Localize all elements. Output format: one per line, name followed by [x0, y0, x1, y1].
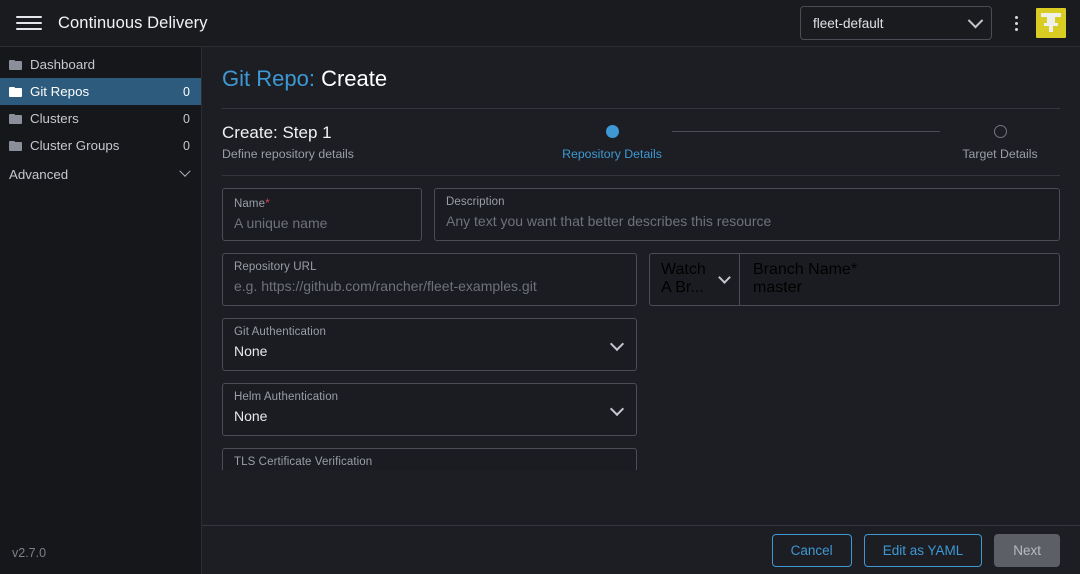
sidebar-item-clusters[interactable]: Clusters 0 — [0, 105, 201, 132]
branch-name-label: Branch Name* — [753, 261, 1048, 279]
sidebar-item-git-repos[interactable]: Git Repos 0 — [0, 78, 201, 105]
sidebar-item-label: Dashboard — [30, 57, 96, 72]
step-dot-hollow-icon — [993, 125, 1007, 138]
sidebar-item-label: Clusters — [30, 111, 79, 126]
kebab-menu-icon[interactable] — [1002, 8, 1030, 38]
sidebar-item-label: Git Repos — [30, 84, 90, 99]
chevron-down-icon — [179, 165, 191, 177]
step-track: Repository Details Target Details — [552, 123, 1060, 161]
git-authentication-select[interactable]: Git Authentication None — [222, 318, 637, 371]
top-header: Continuous Delivery fleet-default — [0, 0, 1080, 47]
watch-select-value: A Br... — [661, 279, 704, 296]
repository-url-field[interactable]: Repository URL e.g. https://github.com/r… — [222, 253, 637, 306]
form-scroll-area: Git Repo: Create Create: Step 1 Define r… — [202, 47, 1080, 525]
sidebar: Dashboard Git Repos 0 Clusters 0 Cluster… — [0, 47, 202, 574]
branch-name-input[interactable]: master — [753, 279, 1048, 297]
chevron-down-icon — [967, 12, 984, 28]
name-label-text: Name — [234, 198, 266, 210]
step-label: Repository Details — [562, 147, 662, 161]
namespace-select-value: fleet-default — [813, 15, 884, 31]
sidebar-item-count: 0 — [183, 111, 190, 126]
body-split: Dashboard Git Repos 0 Clusters 0 Cluster… — [0, 47, 1080, 574]
folder-icon — [9, 113, 22, 124]
folder-icon — [9, 86, 22, 97]
branch-name-field[interactable]: Branch Name* master — [740, 254, 1059, 305]
repository-url-label: Repository URL — [234, 261, 317, 273]
sidebar-item-count: 0 — [183, 84, 190, 99]
step-target-details[interactable]: Target Details — [940, 125, 1060, 161]
git-authentication-value: None — [234, 343, 268, 359]
sidebar-group-label: Advanced — [9, 166, 69, 182]
tls-certificate-verification-select[interactable]: TLS Certificate Verification — [222, 448, 637, 470]
form-row-git-auth: Git Authentication None — [222, 318, 1060, 371]
form-footer: Cancel Edit as YAML Next — [202, 525, 1080, 574]
required-asterisk: * — [265, 196, 270, 210]
helm-authentication-select[interactable]: Helm Authentication None — [222, 383, 637, 436]
main-content: Git Repo: Create Create: Step 1 Define r… — [202, 47, 1080, 574]
branch-label-text: Branch Name — [753, 261, 851, 278]
form-row-url-branch: Repository URL e.g. https://github.com/r… — [222, 253, 1060, 306]
repository-url-input[interactable]: e.g. https://github.com/rancher/fleet-ex… — [234, 278, 625, 294]
git-authentication-label: Git Authentication — [234, 326, 326, 338]
sidebar-item-dashboard[interactable]: Dashboard — [0, 51, 201, 78]
avatar-glyph — [1041, 13, 1061, 32]
step-dot-filled-icon — [605, 125, 619, 138]
watch-branch-combo: Watch A Br... Branch Name* master — [649, 253, 1060, 306]
required-asterisk: * — [850, 261, 858, 278]
resource-title-prefix: Git Repo: — [222, 66, 315, 91]
cancel-button[interactable]: Cancel — [771, 533, 852, 567]
folder-icon — [9, 59, 22, 70]
resource-title: Git Repo: Create — [222, 47, 1060, 108]
helm-authentication-label: Helm Authentication — [234, 391, 339, 403]
step-title: Create: Step 1 — [222, 123, 332, 142]
wizard-stepper: Create: Step 1 Define repository details… — [222, 109, 1060, 175]
version-label: v2.7.0 — [12, 546, 47, 560]
repository-form: Name* A unique name Description Any text… — [222, 176, 1060, 470]
page-title: Continuous Delivery — [58, 13, 208, 32]
description-field-label: Description — [446, 196, 505, 208]
step-repository-details[interactable]: Repository Details — [552, 125, 672, 161]
description-field[interactable]: Description Any text you want that bette… — [434, 188, 1060, 241]
form-row-name-description: Name* A unique name Description Any text… — [222, 188, 1060, 241]
edit-as-yaml-button[interactable]: Edit as YAML — [863, 533, 983, 567]
sidebar-item-label: Cluster Groups — [30, 138, 120, 153]
next-button[interactable]: Next — [994, 533, 1060, 567]
name-input[interactable]: A unique name — [234, 215, 410, 231]
hamburger-icon[interactable] — [16, 10, 42, 36]
name-field[interactable]: Name* A unique name — [222, 188, 422, 241]
name-field-label: Name* — [234, 196, 410, 210]
form-row-tls: TLS Certificate Verification — [222, 448, 1060, 470]
folder-icon — [9, 140, 22, 151]
step-heading: Create: Step 1 Define repository details — [222, 123, 552, 161]
resource-title-suffix: Create — [321, 66, 388, 91]
watch-select[interactable]: Watch A Br... — [650, 254, 740, 305]
step-label: Target Details — [962, 147, 1038, 161]
step-connector — [672, 131, 940, 132]
step-subtitle: Define repository details — [222, 147, 354, 161]
user-avatar-icon[interactable] — [1036, 8, 1066, 38]
helm-authentication-value: None — [234, 408, 268, 424]
sidebar-item-count: 0 — [183, 138, 190, 153]
tls-certificate-verification-label: TLS Certificate Verification — [234, 456, 373, 468]
sidebar-group-advanced[interactable]: Advanced — [0, 160, 201, 188]
sidebar-item-cluster-groups[interactable]: Cluster Groups 0 — [0, 132, 201, 159]
description-input[interactable]: Any text you want that better describes … — [446, 213, 1048, 229]
form-row-helm-auth: Helm Authentication None — [222, 383, 1060, 436]
namespace-select[interactable]: fleet-default — [800, 6, 992, 40]
